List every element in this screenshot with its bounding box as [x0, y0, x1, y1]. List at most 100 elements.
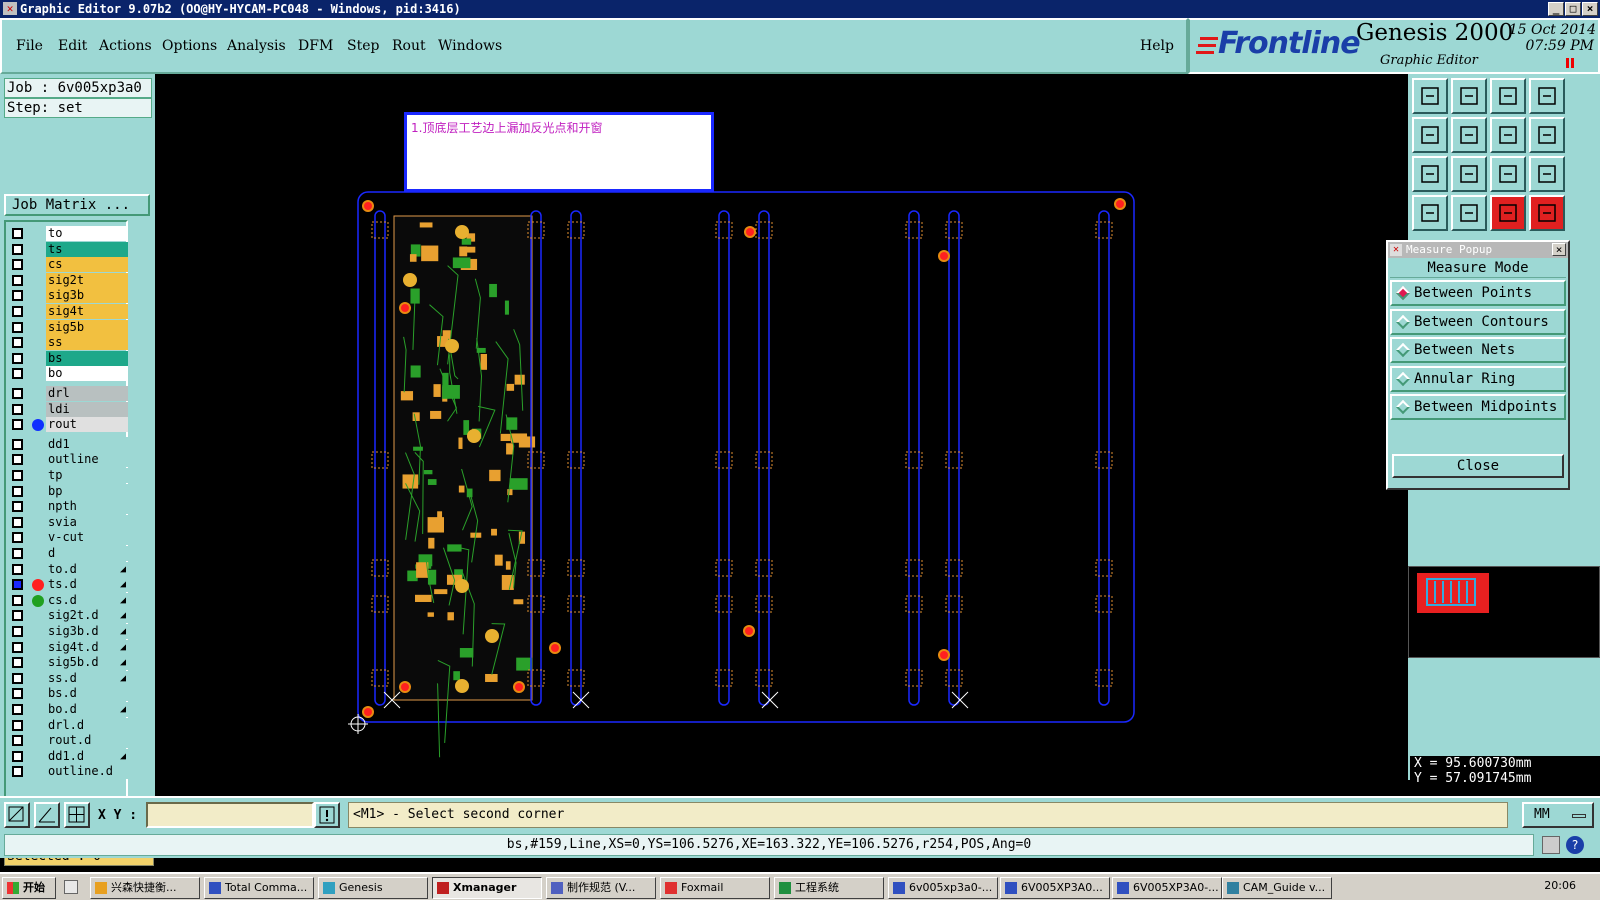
layer-row-dd1[interactable]: dd1: [10, 436, 128, 453]
layer-row-sig5b-d[interactable]: sig5b.d ◢: [10, 655, 128, 671]
layer-row-cs-d[interactable]: cs.d ◢: [10, 592, 128, 609]
layer-row-sig4t[interactable]: sig4t: [10, 304, 128, 320]
layer-name[interactable]: dd1.d ◢: [46, 748, 128, 764]
layer-name[interactable]: bo: [46, 366, 128, 382]
layer-name[interactable]: dd1: [46, 436, 128, 452]
start-button[interactable]: 开始: [2, 877, 56, 899]
layer-name[interactable]: drl.d: [46, 717, 128, 733]
layer-checkbox[interactable]: [12, 368, 23, 380]
menu-options[interactable]: Options: [162, 38, 217, 54]
taskbar-item[interactable]: CAM_Guide v...: [1222, 877, 1332, 899]
taskbar-item[interactable]: 6V005XP3A0-...: [1112, 877, 1222, 899]
layer-checkbox[interactable]: [12, 657, 23, 669]
layer-checkbox[interactable]: [12, 626, 23, 637]
layer-checkbox[interactable]: [12, 454, 23, 466]
layer-checkbox[interactable]: [12, 548, 23, 559]
help-query-icon[interactable]: [1529, 156, 1565, 192]
layer-row-rout[interactable]: rout: [10, 417, 128, 433]
layer-row-bp[interactable]: bp: [10, 483, 128, 500]
layer-row-sig2t-d[interactable]: sig2t.d ◢: [10, 608, 128, 624]
undo-zoom-icon[interactable]: [1490, 117, 1526, 153]
layer-name[interactable]: sig5b.d ◢: [46, 655, 128, 671]
menu-windows[interactable]: Windows: [438, 38, 502, 54]
layer-row-outline-d[interactable]: outline.d: [10, 764, 128, 780]
taskbar-item[interactable]: 制作规范 (V...: [546, 877, 656, 899]
layer-name[interactable]: sig4t: [46, 304, 128, 319]
layer-checkbox[interactable]: [12, 719, 23, 731]
layer-name[interactable]: ss.d ◢: [46, 670, 128, 686]
measure-tool-icon[interactable]: [34, 802, 60, 828]
layer-checkbox[interactable]: [12, 750, 23, 762]
layer-checkbox[interactable]: [12, 735, 23, 747]
layer-row-ts-d[interactable]: ts.d ◢: [10, 577, 128, 593]
layer-checkbox[interactable]: [12, 532, 23, 544]
layer-name[interactable]: v-cut: [46, 530, 128, 546]
taskbar-item[interactable]: Total Comma...: [204, 877, 314, 899]
snap-icon[interactable]: [4, 802, 30, 828]
layer-tool-icon[interactable]: [1412, 195, 1448, 231]
netlist-compare-icon[interactable]: [1529, 195, 1565, 231]
layer-checkbox[interactable]: [12, 516, 23, 528]
layer-row-bo[interactable]: bo: [10, 366, 128, 382]
layer-checkbox[interactable]: [12, 579, 23, 591]
layer-checkbox[interactable]: [12, 352, 23, 364]
layer-row-drl[interactable]: drl: [10, 386, 128, 402]
layer-checkbox[interactable]: [12, 403, 23, 415]
layer-row-to[interactable]: to: [10, 226, 128, 242]
layer-name[interactable]: rout: [46, 417, 128, 433]
measure-option-between-nets[interactable]: Between Nets: [1390, 337, 1566, 363]
layer-name[interactable]: sig5b: [46, 319, 128, 335]
layer-row-sig3b-d[interactable]: sig3b.d ◢: [10, 624, 128, 640]
layer-name[interactable]: cs.d ◢: [46, 592, 128, 608]
xy-input[interactable]: [146, 802, 314, 828]
taskbar-item[interactable]: 工程系统: [774, 877, 884, 899]
home-icon[interactable]: [1490, 78, 1526, 114]
note-box[interactable]: 1.顶底层工艺边上漏加反光点和开窗: [404, 112, 714, 192]
menu-edit[interactable]: Edit: [58, 38, 87, 54]
layer-name[interactable]: to.d ◢: [46, 561, 128, 577]
netlist-icon[interactable]: [1490, 195, 1526, 231]
zoom-center-icon[interactable]: [1451, 156, 1487, 192]
layer-checkbox[interactable]: [12, 485, 23, 497]
layer-name[interactable]: outline.d: [46, 764, 128, 780]
layer-row-bs[interactable]: bs: [10, 350, 128, 367]
taskbar-item[interactable]: Genesis: [318, 877, 428, 899]
overview-map[interactable]: [1408, 566, 1600, 658]
job-matrix-button[interactable]: Job Matrix ...: [4, 194, 150, 216]
layer-row-tp[interactable]: tp: [10, 468, 128, 484]
layer-checkbox[interactable]: [12, 470, 23, 481]
close-icon[interactable]: ×: [1552, 243, 1566, 256]
layer-checkbox[interactable]: [12, 594, 23, 606]
layer-row-ts[interactable]: ts: [10, 241, 128, 258]
layer-row-sig3b[interactable]: sig3b: [10, 288, 128, 304]
layer-checkbox[interactable]: [12, 388, 23, 399]
maximize-button[interactable]: □: [1565, 2, 1581, 16]
layer-checkbox[interactable]: [12, 688, 23, 700]
layer-row-cs[interactable]: cs: [10, 257, 128, 273]
save-icon[interactable]: [1412, 78, 1448, 114]
layer-checkbox[interactable]: [12, 610, 23, 622]
measure-option-annular-ring[interactable]: Annular Ring: [1390, 365, 1566, 392]
menu-actions[interactable]: Actions: [99, 38, 152, 54]
menu-dfm[interactable]: DFM: [298, 38, 333, 54]
one-to-two-icon[interactable]: [1490, 156, 1526, 192]
layer-name[interactable]: sig2t: [46, 272, 128, 288]
layer-checkbox[interactable]: [12, 704, 23, 715]
fit-icon[interactable]: [1529, 78, 1565, 114]
layer-checkbox[interactable]: [12, 274, 23, 286]
taskbar-item[interactable]: Foxmail: [660, 877, 770, 899]
menu-step[interactable]: Step: [347, 38, 379, 54]
layer-name[interactable]: bs.d: [46, 686, 128, 702]
layer-name[interactable]: bs: [46, 350, 128, 366]
layer-row-d[interactable]: d: [10, 546, 128, 562]
layer-name[interactable]: d: [46, 546, 128, 561]
layer-row-npth[interactable]: npth: [10, 499, 128, 515]
menu-help[interactable]: Help: [1140, 38, 1174, 54]
layer-row-bs-d[interactable]: bs.d: [10, 686, 128, 702]
layer-row-sig2t[interactable]: sig2t: [10, 272, 128, 289]
layer-row-sig5b[interactable]: sig5b: [10, 319, 128, 336]
layer-name[interactable]: npth: [46, 499, 128, 515]
show-desktop-icon[interactable]: [64, 880, 78, 894]
taskbar-item[interactable]: Xmanager: [432, 877, 542, 899]
layer-checkbox[interactable]: [12, 672, 23, 684]
